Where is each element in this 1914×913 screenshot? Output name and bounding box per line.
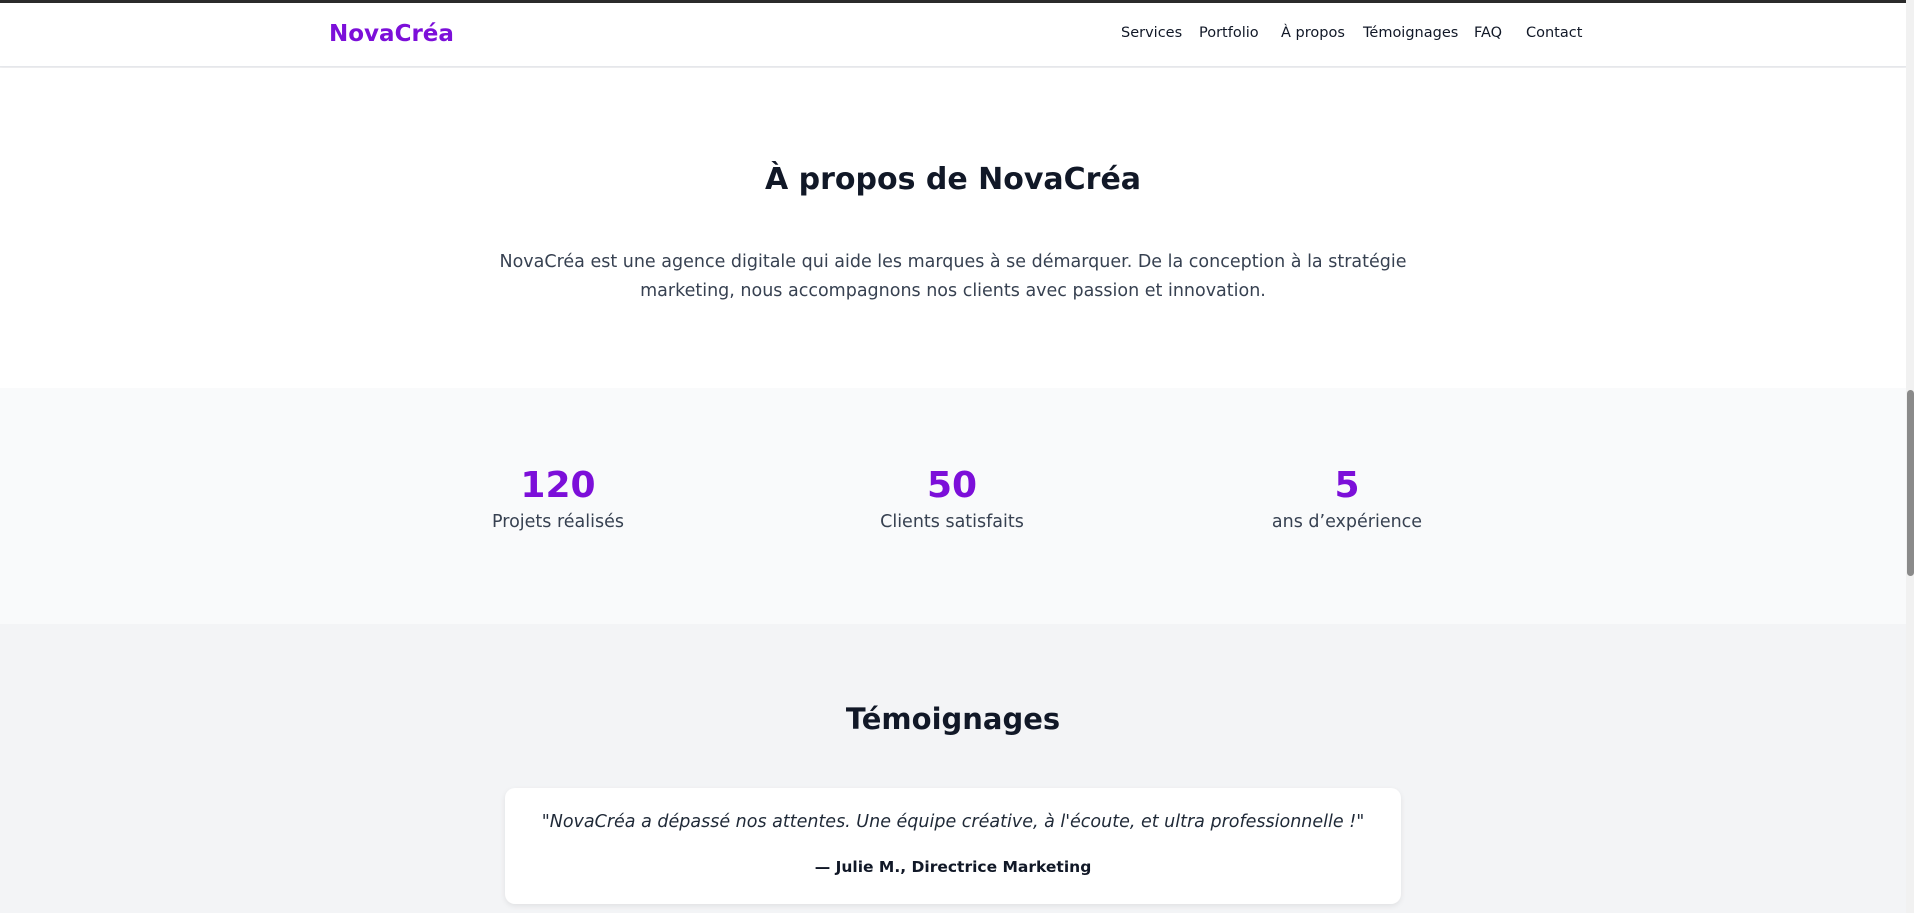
scrollbar-thumb[interactable]	[1907, 390, 1914, 576]
stat-label: Clients satisfaits	[880, 512, 1024, 532]
site-header: NovaCréa Services Portfolio À propos Tém…	[0, 3, 1906, 67]
nav-link-portfolio[interactable]: Portfolio	[1199, 25, 1259, 41]
nav-link-about[interactable]: À propos	[1281, 25, 1345, 41]
stat-label: ans d’expérience	[1271, 512, 1423, 532]
about-title: À propos de NovaCréa	[764, 162, 1142, 197]
nav-link-contact[interactable]: Contact	[1526, 25, 1582, 41]
stat-clients: 50 Clients satisfaits	[802, 464, 1102, 532]
nav-link-services[interactable]: Services	[1121, 25, 1182, 41]
stat-projects: 120 Projets réalisés	[408, 464, 708, 532]
stat-value: 5	[1334, 465, 1360, 506]
stat-value: 50	[926, 465, 978, 506]
nav-link-testimonials[interactable]: Témoignages	[1363, 25, 1458, 41]
stat-label: Projets réalisés	[492, 512, 624, 532]
testimonials-section: Témoignages "NovaCréa a dépassé nos atte…	[0, 624, 1906, 913]
testimonial-author: — Julie M., Directrice Marketing	[814, 858, 1092, 876]
testimonial-card: "NovaCréa a dépassé nos attentes. Une éq…	[505, 788, 1401, 904]
testimonials-title: Témoignages	[845, 702, 1061, 736]
about-section: À propos de NovaCréa NovaCréa est une ag…	[0, 68, 1906, 388]
about-text: NovaCréa est une agence digitale qui aid…	[499, 252, 1407, 301]
stats-section: 120 Projets réalisés 50 Clients satisfai…	[0, 388, 1906, 624]
stat-value: 120	[520, 465, 596, 506]
testimonial-quote: "NovaCréa a dépassé nos attentes. Une éq…	[541, 812, 1365, 832]
stat-experience: 5 ans d’expérience	[1197, 464, 1497, 532]
site-logo[interactable]: NovaCréa	[329, 21, 454, 47]
nav-link-faq[interactable]: FAQ	[1474, 25, 1502, 41]
